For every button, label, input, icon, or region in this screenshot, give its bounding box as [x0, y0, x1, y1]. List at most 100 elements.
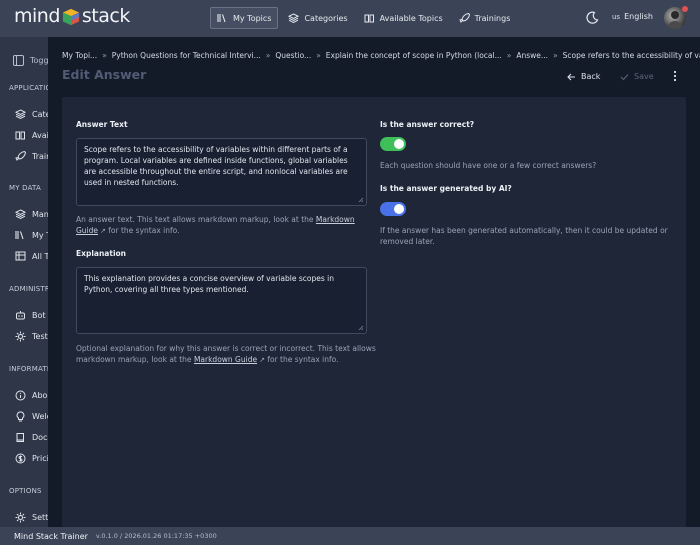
breadcrumb-separator: »	[102, 51, 107, 60]
page-title: Edit Answer	[62, 67, 147, 82]
layers-icon	[288, 13, 300, 23]
toggle-knob	[394, 139, 404, 149]
sidebar-item-label: Manage	[32, 209, 48, 219]
sidebar-item-label: Welcome	[32, 411, 48, 421]
footer: Mind Stack Trainer v.0.1.0 / 2026.01.26 …	[0, 527, 700, 545]
arrow-left-icon	[567, 73, 575, 80]
breadcrumb-item[interactable]: Python Questions for Technical Intervi..…	[112, 51, 261, 60]
library-icon	[217, 13, 228, 23]
sidebar-item-label: My Topics	[32, 230, 48, 240]
layers-icon	[14, 208, 26, 220]
breadcrumb-item[interactable]: Answe...	[516, 51, 548, 60]
help-text: for the syntax info.	[264, 355, 339, 364]
rocket-icon	[458, 13, 470, 23]
resize-handle-icon[interactable]	[358, 325, 364, 331]
sidebar-heading-my-data: MY DATA	[9, 184, 41, 192]
answer-text-field[interactable]: Scope refers to the accessibility of var…	[76, 138, 367, 206]
explanation-value: This explanation provides a concise over…	[84, 274, 334, 294]
help-text: An answer text. This text allows markdow…	[76, 215, 316, 224]
sidebar-item-categories[interactable]: Categories	[14, 108, 48, 120]
layers-icon	[14, 108, 26, 120]
sidebar-item-about[interactable]: About	[14, 389, 48, 401]
gear-icon	[14, 330, 26, 342]
markdown-guide-link[interactable]: Markdown Guide	[194, 355, 257, 364]
sidebar-item-label: About	[32, 390, 48, 400]
explanation-label: Explanation	[76, 249, 127, 258]
sidebar-item-my-topics[interactable]: My Topics	[14, 229, 48, 241]
is-correct-label: Is the answer correct?	[380, 120, 475, 129]
book-icon	[14, 431, 26, 443]
sidebar-item-label: All Topics	[32, 251, 48, 261]
nav-trainings[interactable]: Trainings	[453, 7, 517, 29]
resize-handle-icon[interactable]	[358, 197, 364, 203]
notification-dot	[682, 6, 688, 12]
nav-trainings-label: Trainings	[474, 13, 511, 23]
bot-icon	[14, 309, 26, 321]
breadcrumb: My Topi... » Python Questions for Techni…	[62, 51, 700, 60]
sidebar-item-label: Docs	[32, 432, 48, 442]
lightbulb-icon	[14, 410, 26, 422]
table-icon	[14, 250, 26, 262]
sidebar: Toggle APPLICATION Categories Available …	[0, 37, 48, 527]
sidebar-item-bot[interactable]: Bot	[14, 309, 46, 321]
save-button[interactable]: Save	[620, 72, 654, 81]
breadcrumb-separator: »	[265, 51, 271, 60]
nav-available-topics[interactable]: Available Topics	[358, 7, 449, 29]
book-open-icon	[364, 13, 375, 23]
book-open-icon	[14, 129, 26, 141]
save-button-label: Save	[634, 72, 654, 81]
sidebar-heading-application: APPLICATION	[9, 84, 48, 92]
main-nav: My Topics Categories Available Topics Tr…	[210, 7, 520, 29]
theme-toggle-moon-icon[interactable]	[585, 11, 599, 25]
app-logo[interactable]: mind stack	[14, 5, 130, 27]
sidebar-item-settings[interactable]: Settings	[14, 511, 48, 523]
logo-cube-icon	[62, 8, 79, 26]
back-button[interactable]: Back	[567, 72, 600, 81]
is-ai-help: If the answer has been generated automat…	[380, 226, 668, 246]
breadcrumb-separator: »	[553, 51, 558, 60]
language-code: us	[612, 12, 621, 21]
nav-my-topics[interactable]: My Topics	[210, 7, 279, 29]
more-options-icon[interactable]	[671, 70, 679, 82]
sidebar-heading-options: OPTIONS	[9, 487, 42, 495]
sidebar-item-welcome[interactable]: Welcome	[14, 410, 48, 422]
is-ai-label: Is the answer generated by AI?	[380, 184, 512, 193]
is-ai-toggle[interactable]	[380, 202, 406, 216]
sidebar-item-pricing[interactable]: Pricing	[14, 452, 48, 464]
gear-icon	[14, 511, 26, 523]
sidebar-item-label: Settings	[32, 512, 48, 522]
nav-my-topics-label: My Topics	[233, 13, 272, 23]
footer-app-name: Mind Stack Trainer	[14, 531, 88, 541]
breadcrumb-item[interactable]: Explain the concept of scope in Python (…	[326, 51, 502, 60]
sidebar-item-label: Categories	[32, 109, 48, 119]
edit-answer-form: Answer Text Scope refers to the accessib…	[62, 97, 686, 527]
is-correct-help: Each question should have one or a few c…	[380, 161, 597, 170]
sidebar-item-docs[interactable]: Docs	[14, 431, 48, 443]
sidebar-toggle[interactable]: Toggle	[13, 55, 48, 66]
logo-text-left: mind	[14, 5, 60, 27]
nav-categories[interactable]: Categories	[282, 7, 353, 29]
sidebar-item-manage[interactable]: Manage	[14, 208, 48, 220]
sidebar-item-available-topics[interactable]: Available Topics	[14, 129, 48, 141]
check-icon	[620, 73, 629, 80]
sidebar-item-test[interactable]: Test	[14, 330, 48, 342]
is-correct-toggle[interactable]	[380, 137, 406, 151]
explanation-field[interactable]: This explanation provides a concise over…	[76, 267, 367, 334]
sidebar-item-label: Trainings	[32, 151, 48, 161]
toggle-knob	[394, 204, 404, 214]
answer-text-value: Scope refers to the accessibility of var…	[84, 145, 348, 187]
answer-text-help: An answer text. This text allows markdow…	[76, 214, 376, 237]
breadcrumb-separator: »	[316, 51, 321, 60]
sidebar-toggle-icon	[13, 55, 24, 66]
sidebar-item-label: Bot	[32, 310, 46, 320]
sidebar-item-all-topics[interactable]: All Topics	[14, 250, 48, 262]
breadcrumb-item[interactable]: My Topi...	[62, 51, 97, 60]
explanation-help: Optional explanation for why this answer…	[76, 343, 376, 366]
answer-text-label: Answer Text	[76, 120, 128, 129]
language-selector[interactable]: us English	[612, 12, 653, 21]
breadcrumb-item-current: Scope refers to the accessibility of var…	[562, 51, 700, 60]
sidebar-item-trainings[interactable]: Trainings	[14, 150, 48, 162]
top-bar: mind stack My Topics Categories Availabl…	[0, 0, 700, 37]
breadcrumb-item[interactable]: Questio...	[275, 51, 311, 60]
sidebar-item-label: Test	[32, 331, 48, 341]
